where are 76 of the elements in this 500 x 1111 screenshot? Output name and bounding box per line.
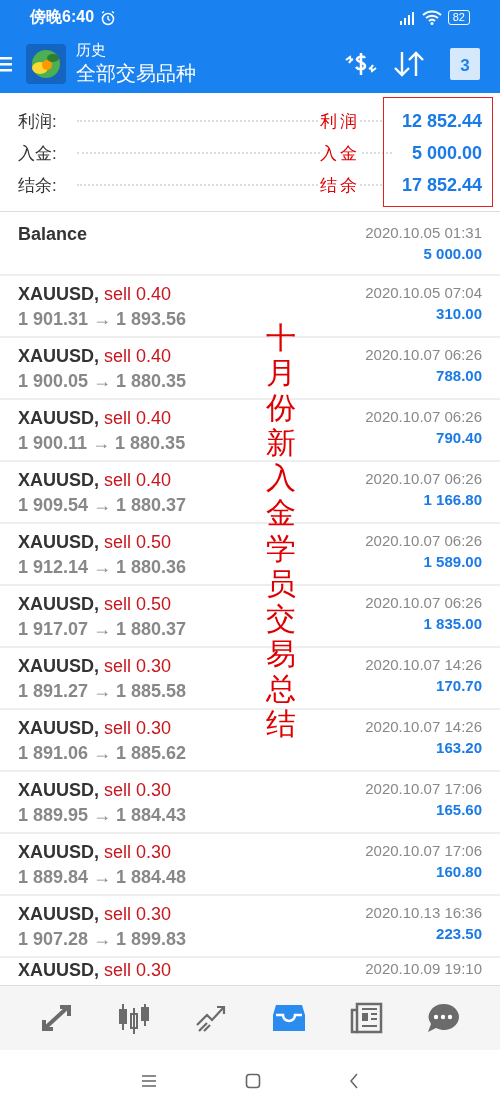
trade-symbol: XAUUSD, — [18, 842, 99, 863]
trade-profit: 1 166.80 — [423, 491, 482, 508]
calendar-button[interactable]: 3 — [450, 48, 480, 80]
trade-order: sell 0.30 — [104, 718, 172, 739]
summary-value: 5 000.00 — [411, 142, 482, 164]
trade-time: 2020.10.05 07:04 — [365, 284, 482, 301]
trade-time: 2020.10.09 19:10 — [365, 960, 482, 977]
trade-profit: 790.40 — [436, 429, 482, 446]
summary-label: 结余: — [18, 174, 57, 197]
trade-profit: 788.00 — [436, 367, 482, 384]
trade-symbol: XAUUSD, — [18, 780, 99, 801]
trade-prices: 1 900.11 → 1 880.35 — [18, 433, 186, 454]
trade-prices: 1 901.31 → 1 893.56 — [18, 309, 187, 330]
trade-profit: 1 589.00 — [423, 553, 482, 570]
trade-prices: 1 891.06 → 1 885.62 — [18, 743, 187, 764]
trade-order: sell 0.40 — [104, 284, 172, 305]
handwritten-note: 结余 — [320, 175, 360, 195]
trade-time: 2020.10.07 14:26 — [365, 656, 482, 673]
trade-time: 2020.10.07 06:26 — [365, 408, 482, 425]
trade-prices: 1 889.95 → 1 884.43 — [18, 805, 187, 826]
trade-prices: 1 909.54 → 1 880.37 — [18, 495, 187, 516]
trade-symbol: XAUUSD, — [18, 284, 99, 305]
trade-order: sell 0.30 — [104, 656, 172, 677]
trade-order: sell 0.30 — [104, 904, 172, 925]
trade-symbol: XAUUSD, — [18, 656, 99, 677]
trade-prices: 1 889.84 → 1 884.48 — [18, 867, 187, 888]
trade-order: sell 0.40 — [104, 470, 172, 491]
summary-value: 12 852.44 — [401, 110, 482, 132]
trade-symbol: XAUUSD, — [18, 346, 99, 367]
trade-time: 2020.10.07 06:26 — [365, 532, 482, 549]
trade-time: 2020.10.07 17:06 — [365, 842, 482, 859]
trade-order: sell 0.30 — [104, 780, 172, 801]
trade-order: sell 0.30 — [104, 842, 172, 863]
trade-prices: 1 912.14 → 1 880.36 — [18, 557, 187, 578]
status-time: 傍晚6:40 — [30, 7, 95, 27]
trade-symbol: XAUUSD, — [18, 960, 99, 981]
trade-profit: 310.00 — [436, 305, 482, 322]
trade-symbol: XAUUSD, — [18, 408, 99, 429]
trade-symbol: XAUUSD, — [18, 532, 99, 553]
deal-amount: 5 000.00 — [423, 245, 482, 262]
summary-label: 入金: — [18, 142, 57, 165]
trade-time: 2020.10.07 06:26 — [365, 470, 482, 487]
trade-symbol: XAUUSD, — [18, 594, 99, 615]
trade-prices: 1 900.05 → 1 880.35 — [18, 371, 187, 392]
trade-symbol: XAUUSD, — [18, 904, 99, 925]
trade-profit: 170.70 — [436, 677, 482, 694]
trade-prices: 1 907.28 → 1 899.83 — [18, 929, 187, 950]
trade-order: sell 0.40 — [104, 346, 172, 367]
trade-profit: 165.60 — [436, 801, 482, 818]
summary-value: 17 852.44 — [401, 174, 482, 196]
trade-time: 2020.10.07 06:26 — [365, 346, 482, 363]
trade-order: sell 0.50 — [104, 532, 172, 553]
header-subtitle: 历史 — [76, 41, 107, 60]
trade-symbol: XAUUSD, — [18, 718, 99, 739]
trade-profit: 1 835.00 — [423, 615, 482, 632]
battery-indicator: 82 — [447, 10, 470, 25]
summary-label: 利润: — [18, 110, 57, 133]
trade-profit: 160.80 — [436, 863, 482, 880]
trade-order: sell 0.40 — [104, 408, 172, 429]
trade-symbol: XAUUSD, — [18, 470, 99, 491]
handwritten-note: 十月份新入金学员交易总结 — [266, 320, 296, 742]
trade-profit: 163.20 — [436, 739, 482, 756]
trade-order: sell 0.30 — [104, 960, 172, 981]
header-title: 全部交易品种 — [76, 61, 196, 86]
trade-profit: 223.50 — [436, 925, 482, 942]
trade-time: 2020.10.07 14:26 — [365, 718, 482, 735]
trade-time: 2020.10.07 06:26 — [365, 594, 482, 611]
trade-time: 2020.10.07 17:06 — [365, 780, 482, 797]
deal-time: 2020.10.05 01:31 — [365, 224, 482, 241]
trade-prices: 1 891.27 → 1 885.58 — [18, 681, 187, 702]
trade-time: 2020.10.13 16:36 — [365, 904, 482, 921]
trade-order: sell 0.50 — [104, 594, 172, 615]
balance-title: Balance — [18, 224, 88, 245]
trade-prices: 1 917.07 → 1 880.37 — [18, 619, 187, 640]
handwritten-note: 入金 — [320, 143, 360, 163]
handwritten-note: 利润 — [320, 111, 360, 131]
